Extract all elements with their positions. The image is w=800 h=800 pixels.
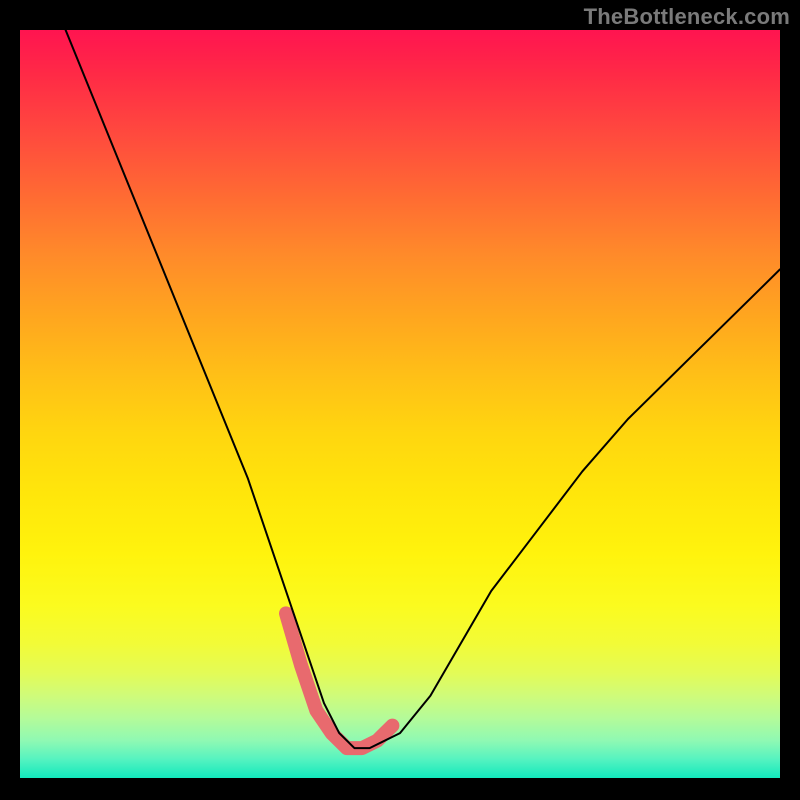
optimal-range-highlight xyxy=(286,613,392,748)
plot-area xyxy=(20,30,780,778)
watermark-text: TheBottleneck.com xyxy=(584,4,790,30)
bottleneck-curve xyxy=(66,30,780,748)
curves-svg xyxy=(20,30,780,778)
chart-stage: TheBottleneck.com xyxy=(0,0,800,800)
